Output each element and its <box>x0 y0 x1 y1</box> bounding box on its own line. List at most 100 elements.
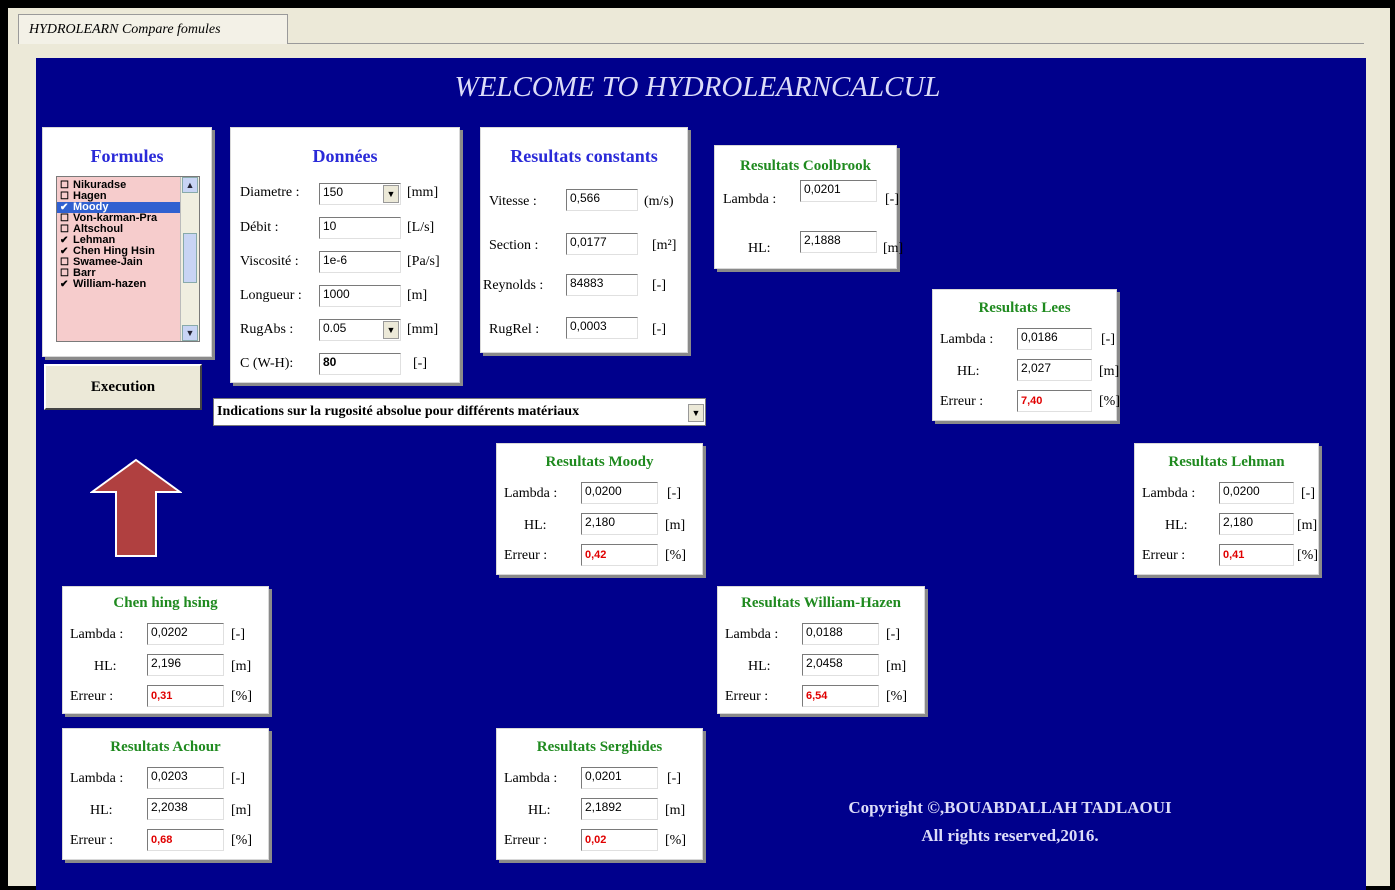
chen-lambda-field[interactable]: 0,0202 <box>147 623 224 645</box>
scroll-up-icon[interactable]: ▲ <box>182 177 198 193</box>
formules-scrollbar[interactable]: ▲ ▼ <box>180 177 199 341</box>
erreur-unit: [%] <box>1099 394 1120 409</box>
erreur-unit: [%] <box>886 689 907 704</box>
lambda-label: Lambda : <box>70 771 124 786</box>
checkbox-checked-icon[interactable]: ✔ <box>60 279 68 290</box>
donnees-box: Données Diametre : 150 ▼ [mm] Débit : 10… <box>230 127 460 383</box>
lambda-unit: [-] <box>231 627 245 642</box>
checkbox-empty-icon[interactable]: ☐ <box>60 191 69 202</box>
chevron-down-icon[interactable]: ▼ <box>383 185 399 203</box>
lambda-unit: [-] <box>667 771 681 786</box>
hl-label: HL: <box>528 803 551 818</box>
checkbox-empty-icon[interactable]: ☐ <box>60 213 69 224</box>
chen-hl-field[interactable]: 2,196 <box>147 654 224 676</box>
moody-erreur-field[interactable]: 0,42 <box>581 544 658 566</box>
scroll-thumb[interactable] <box>183 233 197 283</box>
scroll-down-icon[interactable]: ▼ <box>182 325 198 341</box>
coolbrook-lambda-field[interactable]: 0,0201 <box>800 180 877 202</box>
formule-item[interactable]: ✔ William-hazen <box>57 278 199 291</box>
erreur-label: Erreur : <box>504 833 548 848</box>
hl-unit: [m] <box>231 803 252 818</box>
william-title: Resultats William-Hazen <box>741 595 901 611</box>
chevron-down-icon[interactable]: ▼ <box>383 321 399 339</box>
moody-lambda-field[interactable]: 0,0200 <box>581 482 658 504</box>
chevron-down-icon[interactable]: ▼ <box>688 404 704 422</box>
checkbox-empty-icon[interactable]: ☐ <box>60 268 69 279</box>
william-hl-field[interactable]: 2,0458 <box>802 654 879 676</box>
debit-field[interactable]: 10 <box>319 217 401 239</box>
rugabs-select[interactable]: 0.05 ▼ <box>319 319 401 341</box>
longueur-label: Longueur : <box>240 288 302 303</box>
rugabs-unit: [mm] <box>407 322 439 337</box>
vitesse-unit: (m/s) <box>644 194 674 209</box>
erreur-label: Erreur : <box>504 548 548 563</box>
william-lambda-field[interactable]: 0,0188 <box>802 623 879 645</box>
lees-lambda-field[interactable]: 0,0186 <box>1017 328 1092 350</box>
viscosite-field[interactable]: 1e-6 <box>319 251 401 273</box>
vitesse-field[interactable]: 0,566 <box>566 189 638 211</box>
tab-compare-formules[interactable]: HYDROLEARN Compare fomules <box>18 14 288 44</box>
serghides-hl-field[interactable]: 2,1892 <box>581 798 658 820</box>
lees-box: Resultats Lees Lambda : 0,0186 [-] HL: 2… <box>932 289 1120 421</box>
lehman-hl-field[interactable]: 2,180 <box>1219 513 1294 535</box>
lambda-label: Lambda : <box>940 332 994 347</box>
constants-box: Resultats constants Vitesse : 0,566 (m/s… <box>480 127 688 353</box>
hl-unit: [m] <box>1099 364 1120 379</box>
diametre-select[interactable]: 150 ▼ <box>319 183 401 205</box>
checkbox-checked-icon[interactable]: ✔ <box>60 246 68 257</box>
lehman-title: Resultats Lehman <box>1168 454 1285 470</box>
lambda-unit: [-] <box>886 627 900 642</box>
section-label: Section : <box>489 238 539 253</box>
vitesse-label: Vitesse : <box>489 194 537 209</box>
lambda-label: Lambda : <box>504 486 558 501</box>
checkbox-checked-icon[interactable]: ✔ <box>60 235 68 246</box>
up-arrow-icon <box>90 458 182 557</box>
chen-erreur-field[interactable]: 0,31 <box>147 685 224 707</box>
lehman-lambda-field[interactable]: 0,0200 <box>1219 482 1294 504</box>
coolbrook-title: Resultats Coolbrook <box>740 158 871 174</box>
copyright-text: Copyright ©,BOUABDALLAH TADLAOUI All rig… <box>840 794 1180 850</box>
serghides-title: Resultats Serghides <box>536 739 663 755</box>
viscosite-label: Viscosité : <box>240 254 299 269</box>
donnees-title: Données <box>312 146 378 166</box>
achour-erreur-field[interactable]: 0,68 <box>147 829 224 851</box>
serghides-lambda-field[interactable]: 0,0201 <box>581 767 658 789</box>
constants-title: Resultats constants <box>510 146 658 166</box>
execution-button[interactable]: Execution <box>44 364 202 410</box>
erreur-label: Erreur : <box>725 689 769 704</box>
rugosite-indications-dropdown[interactable]: Indications sur la rugosité absolue pour… <box>213 398 706 426</box>
lambda-unit: [-] <box>1301 486 1315 501</box>
rugrel-field[interactable]: 0,0003 <box>566 317 638 339</box>
coolbrook-hl-field[interactable]: 2,1888 <box>800 231 877 253</box>
longueur-field[interactable]: 1000 <box>319 285 401 307</box>
debit-label: Débit : <box>240 220 279 235</box>
lehman-box: Resultats Lehman Lambda : 0,0200 [-] HL:… <box>1134 443 1319 575</box>
reynolds-field[interactable]: 84883 <box>566 274 638 296</box>
lees-title: Resultats Lees <box>978 300 1071 316</box>
reynolds-unit: [-] <box>652 278 666 293</box>
moody-hl-field[interactable]: 2,180 <box>581 513 658 535</box>
erreur-unit: [%] <box>665 833 686 848</box>
cwh-field[interactable]: 80 <box>319 353 401 375</box>
formules-checklist[interactable]: ☐ Nikuradse ☐ Hagen ✔ Moody ☐ Von-karman-Pra ☐ Al… <box>56 176 200 342</box>
erreur-unit: [%] <box>1297 548 1318 563</box>
rugabs-label: RugAbs : <box>240 322 294 337</box>
formule-item-label: William-hazen <box>73 278 147 290</box>
achour-lambda-field[interactable]: 0,0203 <box>147 767 224 789</box>
lehman-erreur-field[interactable]: 0,41 <box>1219 544 1294 566</box>
checkbox-empty-icon[interactable]: ☐ <box>60 180 69 191</box>
checkbox-empty-icon[interactable]: ☐ <box>60 224 69 235</box>
checkbox-checked-icon[interactable]: ✔ <box>60 202 68 213</box>
diametre-unit: [mm] <box>407 185 439 200</box>
section-field[interactable]: 0,0177 <box>566 233 638 255</box>
lees-erreur-field[interactable]: 7,40 <box>1017 390 1092 412</box>
longueur-unit: [m] <box>407 288 428 303</box>
checkbox-empty-icon[interactable]: ☐ <box>60 257 69 268</box>
rugrel-unit: [-] <box>652 322 666 337</box>
lees-hl-field[interactable]: 2,027 <box>1017 359 1092 381</box>
copyright-line1: Copyright ©,BOUABDALLAH TADLAOUI <box>848 798 1172 817</box>
serghides-erreur-field[interactable]: 0,02 <box>581 829 658 851</box>
serghides-box: Resultats Serghides Lambda : 0,0201 [-] … <box>496 728 703 860</box>
achour-hl-field[interactable]: 2,2038 <box>147 798 224 820</box>
william-erreur-field[interactable]: 6,54 <box>802 685 879 707</box>
